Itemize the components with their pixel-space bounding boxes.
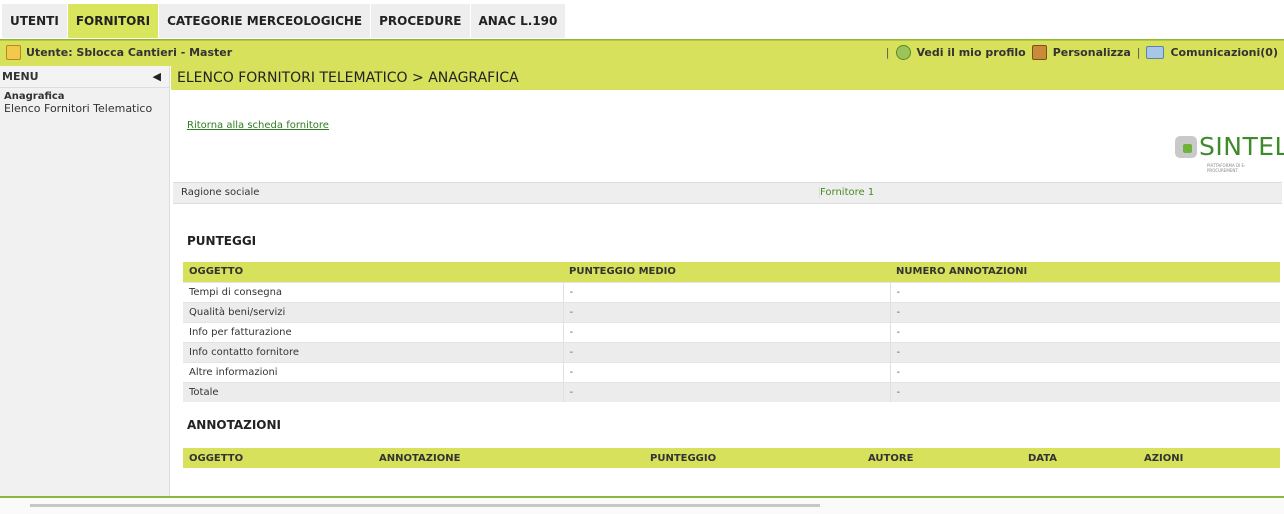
cell-punteggio: -: [562, 381, 890, 402]
user-bar: Utente: Sblocca Cantieri - Master | Vedi…: [0, 40, 1284, 66]
left-menu: MENU ◀ Anagrafica Elenco Fornitori Telem…: [0, 66, 170, 496]
ragione-sociale-label: Ragione sociale: [181, 187, 260, 198]
cell-punteggio: -: [562, 361, 890, 382]
table-row: Altre informazioni - -: [183, 361, 1280, 382]
menu-title: MENU: [2, 70, 39, 83]
logo-mark-icon: [1175, 136, 1197, 158]
tab-anac[interactable]: ANAC L.190: [470, 4, 567, 38]
punteggi-table: OGGETTO PUNTEGGIO MEDIO NUMERO ANNOTAZIO…: [183, 262, 1280, 402]
cell-annotazioni: -: [889, 341, 1280, 362]
cell-punteggio: -: [562, 301, 890, 322]
top-tabs: UTENTI FORNITORI CATEGORIE MERCEOLOGICHE…: [2, 4, 567, 38]
logo-text: SINTEL: [1199, 132, 1284, 161]
profile-icon[interactable]: [895, 45, 911, 60]
table-row: Info contatto fornitore - -: [183, 341, 1280, 362]
footer: [0, 496, 1284, 514]
cell-punteggio: -: [562, 281, 890, 302]
separator: |: [1136, 46, 1141, 59]
menu-item-elenco-fornitori[interactable]: Elenco Fornitori Telematico: [0, 102, 169, 115]
punteggi-title: PUNTEGGI: [187, 234, 257, 248]
customize-icon[interactable]: [1031, 45, 1047, 60]
table-row: Totale - -: [183, 381, 1280, 402]
separator: |: [885, 46, 890, 59]
table-header-row: OGGETTO PUNTEGGIO MEDIO NUMERO ANNOTAZIO…: [183, 262, 1280, 282]
table-row: Info per fatturazione - -: [183, 321, 1280, 342]
menu-section-anagrafica: Anagrafica: [4, 91, 65, 102]
cell-oggetto: Altre informazioni: [183, 361, 563, 382]
user-label: Utente: Sblocca Cantieri - Master: [26, 46, 233, 59]
menu-header: MENU ◀: [0, 66, 169, 88]
customize-link[interactable]: Personalizza: [1053, 46, 1131, 59]
annotazioni-table: OGGETTO ANNOTAZIONE PUNTEGGIO AUTORE DAT…: [183, 448, 1280, 468]
table-row: Tempi di consegna - -: [183, 281, 1280, 302]
user-icon: [6, 45, 21, 60]
user-info: Utente: Sblocca Cantieri - Master: [6, 45, 232, 60]
tab-fornitori[interactable]: FORNITORI: [67, 4, 160, 38]
main-content: ELENCO FORNITORI TELEMATICO > ANAGRAFICA…: [171, 66, 1284, 496]
cell-oggetto: Tempi di consegna: [183, 281, 563, 302]
cell-punteggio: -: [562, 321, 890, 342]
back-to-supplier-link[interactable]: Ritorna alla scheda fornitore: [187, 120, 329, 131]
collapse-arrow-icon[interactable]: ◀: [153, 66, 161, 88]
annotazioni-title: ANNOTAZIONI: [187, 418, 281, 432]
user-actions: | Vedi il mio profilo Personalizza | Com…: [886, 45, 1278, 60]
cell-oggetto: Info per fatturazione: [183, 321, 563, 342]
tab-categorie-merceologiche[interactable]: CATEGORIE MERCEOLOGICHE: [159, 4, 372, 38]
page-title: ELENCO FORNITORI TELEMATICO > ANAGRAFICA: [171, 66, 1284, 90]
col-numero-annotazioni: NUMERO ANNOTAZIONI: [890, 262, 1280, 282]
top-navigation: UTENTI FORNITORI CATEGORIE MERCEOLOGICHE…: [0, 0, 1284, 40]
cell-annotazioni: -: [889, 321, 1280, 342]
col-punteggio: PUNTEGGIO: [644, 448, 862, 468]
tab-utenti[interactable]: UTENTI: [2, 4, 68, 38]
table-row: Qualità beni/servizi - -: [183, 301, 1280, 322]
sintel-logo: SINTEL PIATTAFORMA DI E-PROCUREMENT: [1171, 132, 1284, 173]
footer-text-blurred: [30, 504, 820, 507]
col-annotazione: ANNOTAZIONE: [373, 448, 644, 468]
col-data: DATA: [1022, 448, 1138, 468]
communications-link[interactable]: Comunicazioni(0): [1170, 46, 1278, 59]
ragione-sociale-row: Ragione sociale Fornitore 1: [173, 182, 1282, 204]
cell-annotazioni: -: [889, 281, 1280, 302]
cell-annotazioni: -: [889, 381, 1280, 402]
mail-icon[interactable]: [1146, 46, 1165, 59]
col-oggetto: OGGETTO: [183, 448, 373, 468]
cell-oggetto: Qualità beni/servizi: [183, 301, 563, 322]
tab-procedure[interactable]: PROCEDURE: [371, 4, 471, 38]
cell-oggetto: Info contatto fornitore: [183, 341, 563, 362]
cell-punteggio: -: [562, 341, 890, 362]
col-azioni: AZIONI: [1138, 448, 1280, 468]
col-autore: AUTORE: [862, 448, 1022, 468]
cell-annotazioni: -: [889, 301, 1280, 322]
logo-subtext: PIATTAFORMA DI E-PROCUREMENT: [1207, 163, 1246, 173]
cell-oggetto: Totale: [183, 381, 563, 402]
table-header-row: OGGETTO ANNOTAZIONE PUNTEGGIO AUTORE DAT…: [183, 448, 1280, 468]
cell-annotazioni: -: [889, 361, 1280, 382]
ragione-sociale-value: Fornitore 1: [819, 187, 875, 198]
col-punteggio-medio: PUNTEGGIO MEDIO: [563, 262, 890, 282]
view-profile-link[interactable]: Vedi il mio profilo: [917, 46, 1026, 59]
col-oggetto: OGGETTO: [183, 262, 563, 282]
